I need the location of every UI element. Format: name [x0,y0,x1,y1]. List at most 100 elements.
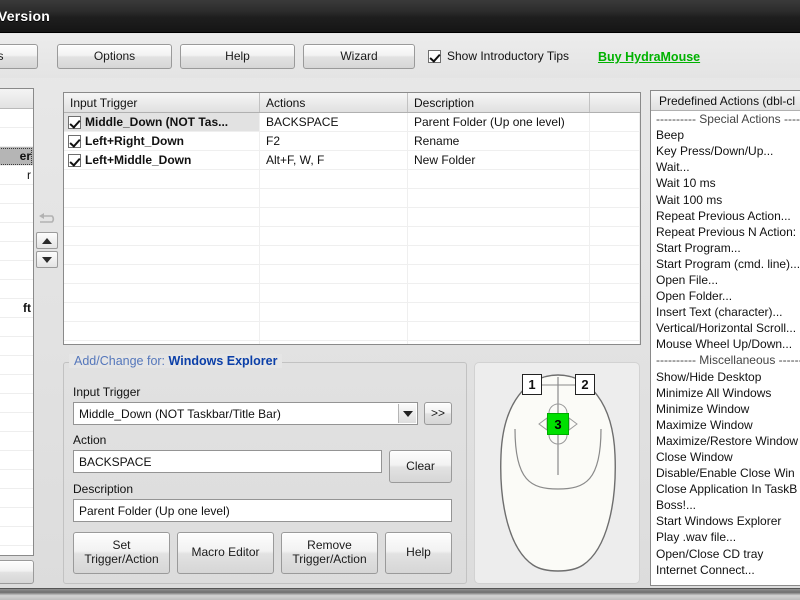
predefined-action-item[interactable]: Insert Text (character)... [651,304,800,320]
table-row-empty[interactable] [64,170,640,189]
application-list-item[interactable] [0,508,33,527]
cell-action[interactable]: BACKSPACE [260,113,408,131]
predefined-action-item[interactable]: Disable/Enable Close Win [651,465,800,481]
row-enabled-checkbox-icon[interactable] [68,153,81,167]
action-input[interactable]: BACKSPACE [73,450,382,473]
show-introductory-tips-checkbox[interactable]: Show Introductory Tips [428,49,569,63]
application-list-item[interactable] [0,489,33,508]
predefined-action-item[interactable]: Repeat Previous N Action: [651,224,800,240]
help-button[interactable]: Help [180,44,295,69]
checkbox-icon[interactable] [428,49,441,63]
predefined-action-item[interactable]: Start Program... [651,240,800,256]
mouse-wheel-button-label[interactable]: 3 [547,413,569,435]
application-list-item[interactable] [0,337,33,356]
expand-trigger-button[interactable]: >> [424,402,452,425]
predefined-action-item[interactable]: Close Window [651,449,800,465]
macro-editor-button[interactable]: Macro Editor [177,532,274,574]
table-row-empty[interactable] [64,189,640,208]
application-list-item[interactable] [0,242,33,261]
trigger-action-table[interactable]: Input Trigger Actions Description Middle… [63,92,641,345]
table-row[interactable]: Middle_Down (NOT Tas... BACKSPACE Parent F… [64,113,640,132]
table-row-empty[interactable] [64,246,640,265]
predefined-action-item[interactable]: Maximize Window [651,417,800,433]
predefined-action-item[interactable]: Vertical/Horizontal Scroll... [651,320,800,336]
predefined-action-item[interactable]: Open File... [651,272,800,288]
input-trigger-combo[interactable]: Middle_Down (NOT Taskbar/Title Bar) [73,402,418,425]
application-list[interactable]: er r ft [0,88,34,556]
refresh-arrow-icon[interactable] [36,210,58,230]
predefined-action-item[interactable]: Wait... [651,159,800,175]
column-header-actions[interactable]: Actions [260,93,408,112]
predefined-action-item[interactable]: Wait 10 ms [651,175,800,191]
set-trigger-action-button[interactable]: Set Trigger/Action [73,532,170,574]
predefined-action-item[interactable]: Start Windows Explorer [651,513,800,529]
cell-action[interactable]: Alt+F, W, F [260,151,408,169]
table-row[interactable]: Left+Right_Down F2 Rename [64,132,640,151]
application-list-item[interactable] [0,432,33,451]
application-list-item[interactable] [0,223,33,242]
mouse-diagram-panel[interactable]: 1 2 3 [474,362,640,584]
cell-description[interactable]: New Folder [408,151,590,169]
wizard-button[interactable]: Wizard [303,44,415,69]
application-list-item[interactable]: r [0,166,33,185]
table-row-empty[interactable] [64,341,640,344]
predefined-action-item[interactable]: Maximize/Restore Window [651,433,800,449]
column-header-input-trigger[interactable]: Input Trigger [64,93,260,112]
mouse-button-1-label[interactable]: 1 [522,374,542,395]
application-list-item[interactable] [0,394,33,413]
application-list-item[interactable] [0,375,33,394]
cell-input-trigger[interactable]: Middle_Down (NOT Tas... [64,113,260,131]
cell-description[interactable]: Rename [408,132,590,150]
predefined-action-item[interactable]: Boss!... [651,497,800,513]
predefined-action-item[interactable]: ---------- Miscellaneous ------ [651,352,800,368]
move-down-button[interactable] [36,251,58,268]
column-header-extra[interactable] [590,93,640,112]
cell-input-trigger[interactable]: Left+Right_Down [64,132,260,150]
application-list-item[interactable] [0,109,33,128]
application-list-item[interactable] [0,261,33,280]
buy-hydramouse-link[interactable]: Buy HydraMouse [598,50,700,64]
application-list-button[interactable] [0,560,34,584]
application-list-item[interactable] [0,413,33,432]
predefined-action-item[interactable]: Repeat Previous Action... [651,208,800,224]
move-up-button[interactable] [36,232,58,249]
row-enabled-checkbox-icon[interactable] [68,134,81,148]
cell-description[interactable]: Parent Folder (Up one level) [408,113,590,131]
cell-input-trigger[interactable]: Left+Middle_Down [64,151,260,169]
mouse-button-2-label[interactable]: 2 [575,374,595,395]
table-row-empty[interactable] [64,284,640,303]
predefined-action-item[interactable]: Minimize All Windows [651,385,800,401]
toolbar-partial-button[interactable]: s [0,44,38,69]
description-input[interactable]: Parent Folder (Up one level) [73,499,452,522]
table-row-empty[interactable] [64,227,640,246]
row-enabled-checkbox-icon[interactable] [68,115,81,129]
column-header-description[interactable]: Description [408,93,590,112]
application-list-item[interactable] [0,204,33,223]
application-list-item[interactable] [0,185,33,204]
clear-button[interactable]: Clear [389,450,452,483]
application-list-item[interactable] [0,128,33,147]
predefined-actions-list[interactable]: Predefined Actions (dbl-cl ---------- Sp… [650,90,800,586]
predefined-action-item[interactable]: Internet Connect... [651,562,800,578]
application-list-item[interactable] [0,470,33,489]
predefined-action-item[interactable]: Open/Close CD tray [651,546,800,562]
predefined-action-item[interactable]: Play .wav file... [651,529,800,545]
table-row-empty[interactable] [64,303,640,322]
predefined-action-item[interactable]: Key Press/Down/Up... [651,143,800,159]
table-row-empty[interactable] [64,208,640,227]
application-list-item[interactable] [0,356,33,375]
application-list-item[interactable] [0,451,33,470]
cell-extra[interactable] [590,151,640,169]
application-list-item[interactable] [0,280,33,299]
cell-action[interactable]: F2 [260,132,408,150]
application-list-item[interactable]: er [0,147,33,166]
cell-extra[interactable] [590,132,640,150]
options-button[interactable]: Options [57,44,172,69]
predefined-action-item[interactable]: Beep [651,127,800,143]
predefined-action-item[interactable]: Mouse Wheel Up/Down... [651,336,800,352]
predefined-action-item[interactable]: Show/Hide Desktop [651,369,800,385]
application-list-item[interactable]: ft [0,299,33,318]
table-row[interactable]: Left+Middle_Down Alt+F, W, F New Folder [64,151,640,170]
table-row-empty[interactable] [64,322,640,341]
predefined-action-item[interactable]: ---------- Special Actions ---- [651,111,800,127]
